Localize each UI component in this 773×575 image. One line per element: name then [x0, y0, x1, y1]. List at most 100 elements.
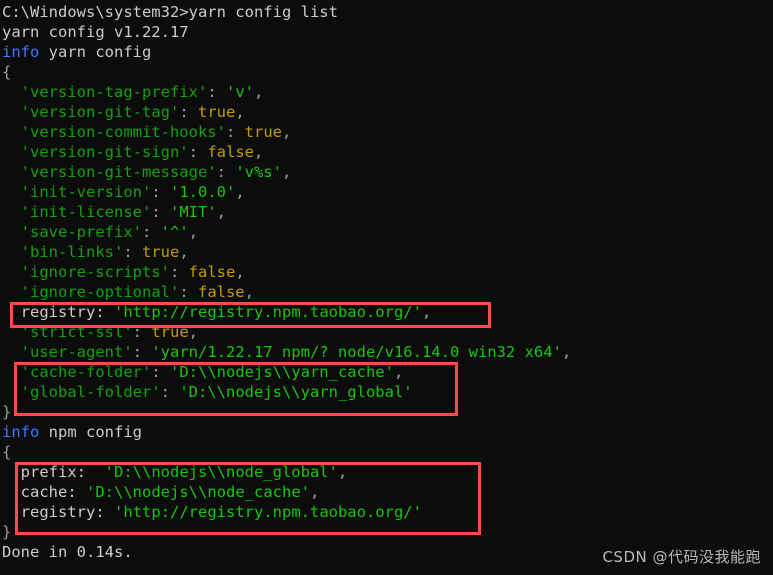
config-value: 'MIT' [170, 203, 217, 221]
config-key: 'user-agent' [20, 343, 133, 361]
config-separator: : [179, 283, 198, 301]
config-key: 'ignore-optional' [20, 283, 180, 301]
config-value: '1.0.0' [170, 183, 236, 201]
config-entry-yarn-5: 'init-version': '1.0.0', [0, 182, 773, 202]
close-brace-yarn: } [0, 402, 773, 422]
config-key: 'version-git-message' [20, 163, 217, 181]
config-key: 'strict-ssl' [20, 323, 133, 341]
prompt-line: C:\Windows\system32>yarn config list [0, 2, 773, 22]
config-value: true [151, 323, 189, 341]
config-key: 'init-license' [20, 203, 152, 221]
config-comma: , [281, 123, 292, 141]
config-entry-yarn-1: 'version-git-tag': true, [0, 102, 773, 122]
close-brace-npm: } [0, 522, 773, 542]
config-entry-yarn-0: 'version-tag-prefix': 'v', [0, 82, 773, 102]
close-brace: } [2, 403, 12, 421]
config-value: 'yarn/1.22.17 npm/? node/v16.14.0 win32 … [151, 343, 562, 361]
config-separator [105, 503, 114, 521]
config-value: 'http://registry.npm.taobao.org/' [114, 303, 422, 321]
version-line: yarn config v1.22.17 [0, 22, 773, 42]
config-comma: , [216, 203, 227, 221]
open-brace: { [2, 63, 12, 81]
config-separator: : [225, 123, 245, 141]
config-value: 'D:\\nodejs\\node_cache' [86, 483, 310, 501]
config-entry-yarn-3: 'version-git-sign': false, [0, 142, 773, 162]
open-brace: { [2, 443, 12, 461]
config-separator: : [179, 103, 198, 121]
info-line-npm: info npm config [0, 422, 773, 442]
config-separator [77, 483, 86, 501]
csdn-watermark: CSDN @代码没我能跑 [602, 548, 761, 566]
config-comma: , [254, 143, 264, 161]
config-key: registry: [20, 503, 105, 521]
config-key: 'cache-folder' [20, 363, 152, 381]
config-comma: , [561, 343, 572, 361]
config-separator: : [207, 83, 226, 101]
config-comma: , [253, 83, 264, 101]
config-comma: , [188, 323, 198, 341]
config-value: true [197, 103, 236, 121]
config-separator: : [123, 243, 142, 261]
config-entry-yarn-10: 'ignore-optional': false, [0, 282, 773, 302]
config-comma: , [337, 463, 348, 481]
config-value: 'v' [225, 83, 254, 101]
config-comma: , [281, 163, 292, 181]
close-brace: } [2, 523, 12, 541]
config-entry-yarn-7: 'save-prefix': '^', [0, 222, 773, 242]
config-comma: , [421, 303, 432, 321]
config-value: '^' [160, 223, 189, 241]
info-label: info [2, 423, 40, 441]
config-separator: : [151, 363, 170, 381]
config-key: 'ignore-scripts' [20, 263, 170, 281]
config-value: false [188, 263, 236, 281]
config-entry-yarn-12: 'strict-ssl': true, [0, 322, 773, 342]
config-key: 'version-commit-hooks' [20, 123, 226, 141]
config-comma: , [309, 483, 320, 501]
config-key: 'init-version' [20, 183, 152, 201]
shell-prompt: C:\Windows\system32> [2, 3, 189, 21]
config-separator: : [151, 183, 170, 201]
config-entry-yarn-15: 'global-folder': 'D:\\nodejs\\yarn_globa… [0, 382, 773, 402]
config-value: false [207, 143, 254, 161]
config-value: 'http://registry.npm.taobao.org/' [114, 503, 422, 521]
config-key: prefix: [20, 463, 86, 481]
yarn-version-text: yarn config v1.22.17 [2, 23, 189, 41]
config-entry-yarn-9: 'ignore-scripts': false, [0, 262, 773, 282]
config-entry-yarn-13: 'user-agent': 'yarn/1.22.17 npm/? node/v… [0, 342, 773, 362]
open-brace-npm: { [0, 442, 773, 462]
config-entry-npm-1: cache: 'D:\\nodejs\\node_cache', [0, 482, 773, 502]
config-separator: : [160, 383, 180, 401]
config-key: 'version-git-tag' [20, 103, 180, 121]
config-key: 'global-folder' [20, 383, 161, 401]
config-key: 'version-git-sign' [20, 143, 189, 161]
config-value: 'v%s' [235, 163, 282, 181]
config-value: 'D:\\nodejs\\node_global' [104, 463, 338, 481]
config-key: registry: [20, 303, 105, 321]
config-separator: : [132, 343, 152, 361]
info-text: npm config [39, 423, 142, 441]
done-text: Done in 0.14s. [2, 543, 133, 561]
config-separator [105, 303, 114, 321]
config-value: 'D:\\nodejs\\yarn_global' [179, 383, 413, 401]
config-separator: : [142, 223, 161, 241]
config-separator: : [169, 263, 189, 281]
config-key: 'save-prefix' [20, 223, 142, 241]
config-entry-npm-2: registry: 'http://registry.npm.taobao.or… [0, 502, 773, 522]
terminal-window[interactable]: C:\Windows\system32>yarn config list yarn… [0, 0, 773, 575]
config-entry-yarn-6: 'init-license': 'MIT', [0, 202, 773, 222]
